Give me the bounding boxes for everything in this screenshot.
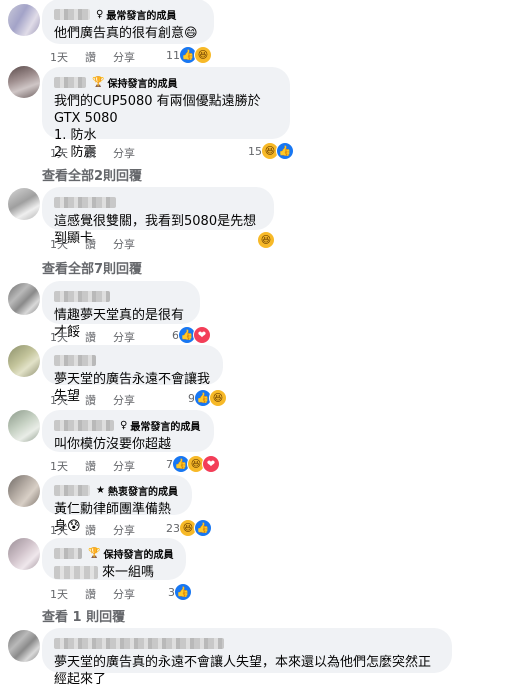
member-badge: 🏆 保持發言的成員: [88, 547, 174, 561]
comment-bubble: 🏆 保持發言的成員 來一組嗎: [42, 538, 186, 580]
star-badge-icon: ★: [96, 484, 105, 496]
share-button[interactable]: 分享: [113, 392, 135, 408]
comment-time[interactable]: 1天: [50, 236, 68, 252]
comment-text: 來一組嗎: [102, 565, 155, 580]
heart-icon: ❤: [193, 326, 211, 344]
member-badge: ★ 熱衷發言的成員: [96, 484, 178, 498]
comment-time[interactable]: 1天: [50, 392, 68, 408]
view-replies-link[interactable]: 查看全部7則回覆: [42, 258, 142, 277]
reaction-summary[interactable]: 15 😆 👍: [248, 142, 294, 160]
comment-bubble: 夢天堂的廣告真的永遠不會讓人失望，本來還以為他們怎麼突然正經起來了: [42, 628, 452, 687]
like-button[interactable]: 讚: [85, 458, 96, 474]
share-button[interactable]: 分享: [113, 586, 135, 602]
haha-emoji-icon: 😆: [209, 389, 227, 407]
reaction-count: 15: [248, 144, 262, 158]
comment-bubble: ♀ 最常發言的成員 他們廣告真的很有創意😄: [42, 0, 214, 44]
thumbs-up-icon: 👍: [194, 519, 212, 537]
comment-actions: 1天 讚 分享: [50, 236, 152, 252]
comment-text: 叫你模仿沒要你超越: [54, 437, 172, 452]
trophy-badge-icon: 🏆: [88, 547, 101, 559]
author-name[interactable]: [54, 290, 110, 302]
heart-icon: ❤: [202, 455, 220, 473]
member-badge: 🏆 保持發言的成員: [92, 76, 178, 90]
reaction-summary[interactable]: 7 👍 😆 ❤: [166, 455, 220, 473]
author-name[interactable]: [54, 354, 96, 366]
avatar[interactable]: [8, 410, 40, 442]
haha-emoji-icon[interactable]: 😆: [258, 232, 274, 248]
like-button[interactable]: 讚: [85, 522, 96, 538]
comment-actions: 1天 讚 分享: [50, 522, 152, 538]
avatar[interactable]: [8, 4, 40, 36]
avatar[interactable]: [8, 66, 40, 98]
avatar[interactable]: [8, 188, 40, 220]
author-name[interactable]: [54, 484, 90, 496]
share-button[interactable]: 分享: [113, 236, 135, 252]
member-badge: ♀ 最常發言的成員: [120, 419, 201, 433]
view-replies-link[interactable]: 查看 1 則回覆: [42, 606, 125, 625]
member-badge: ♀ 最常發言的成員: [96, 8, 177, 22]
comment-actions: 1天 讚 分享: [50, 392, 152, 408]
comment-text: 夢天堂的廣告真的永遠不會讓人失望，本來還以為他們怎麼突然正經起來了: [54, 655, 432, 687]
trophy-badge-icon: ♀: [96, 8, 104, 20]
comment-bubble: 這感覺很雙關，我看到5080是先想到顯卡: [42, 187, 274, 246]
comment-actions: 1天 讚 分享: [50, 329, 152, 345]
comment-actions: 1天 讚 分享: [50, 49, 152, 65]
avatar[interactable]: [8, 283, 40, 315]
comment-actions: 1天 讚 分享: [50, 145, 152, 161]
thumbs-up-icon: 👍: [174, 583, 192, 601]
reaction-summary[interactable]: 9 👍 😆: [188, 389, 227, 407]
author-name[interactable]: [54, 196, 116, 208]
avatar[interactable]: [8, 345, 40, 377]
share-button[interactable]: 分享: [113, 145, 135, 161]
comment-time[interactable]: 1天: [50, 522, 68, 538]
reaction-count: 23: [166, 521, 180, 535]
comment-time[interactable]: 1天: [50, 329, 68, 345]
avatar[interactable]: [8, 630, 40, 662]
haha-emoji-icon: 😆: [194, 46, 212, 64]
comment-text-row: 來一組嗎: [54, 564, 174, 581]
reaction-summary[interactable]: 11 👍 😆: [166, 46, 212, 64]
view-replies-link[interactable]: 查看全部2則回覆: [42, 165, 142, 184]
reaction-count: 11: [166, 48, 180, 62]
author-name[interactable]: [54, 8, 90, 20]
comment-actions: 1天 讚 分享: [50, 458, 152, 474]
avatar[interactable]: [8, 538, 40, 570]
like-button[interactable]: 讚: [85, 49, 96, 65]
comment-bubble: 情趣夢天堂真的是很有才餒: [42, 281, 200, 340]
reaction-summary[interactable]: 23 😆 👍: [166, 519, 212, 537]
author-name[interactable]: [54, 547, 82, 559]
comment-time[interactable]: 1天: [50, 586, 68, 602]
thumbs-up-icon: 👍: [276, 142, 294, 160]
comment-bubble: ♀ 最常發言的成員 叫你模仿沒要你超越: [42, 410, 214, 452]
share-button[interactable]: 分享: [113, 458, 135, 474]
trophy-badge-icon: 🏆: [92, 76, 105, 88]
avatar[interactable]: [8, 475, 40, 507]
share-button[interactable]: 分享: [113, 49, 135, 65]
like-button[interactable]: 讚: [85, 392, 96, 408]
comment-actions: 1天 讚 分享: [50, 586, 152, 602]
author-name[interactable]: [54, 419, 114, 431]
reaction-summary[interactable]: 6 👍 ❤: [172, 326, 211, 344]
mentioned-name[interactable]: [54, 566, 98, 579]
comment-time[interactable]: 1天: [50, 49, 68, 65]
author-name[interactable]: [54, 76, 86, 88]
comment-time[interactable]: 1天: [50, 458, 68, 474]
reaction-summary[interactable]: 3 👍: [168, 583, 192, 601]
comment-time[interactable]: 1天: [50, 145, 68, 161]
share-button[interactable]: 分享: [113, 329, 135, 345]
comment-bubble: 夢天堂的廣告永遠不會讓我失望: [42, 345, 223, 404]
trophy-badge-icon: ♀: [120, 419, 128, 431]
comment-bubble: ★ 熱衷發言的成員 黃仁勳律師團準備熱身😰: [42, 475, 192, 534]
comment-bubble: 🏆 保持發言的成員 我們的CUP5080 有兩個優點遠勝於GTX 5080 1. …: [42, 67, 290, 160]
share-button[interactable]: 分享: [113, 522, 135, 538]
like-button[interactable]: 讚: [85, 145, 96, 161]
like-button[interactable]: 讚: [85, 329, 96, 345]
like-button[interactable]: 讚: [85, 236, 96, 252]
comment-text: 他們廣告真的很有創意😄: [54, 26, 198, 41]
author-name[interactable]: [54, 637, 224, 649]
like-button[interactable]: 讚: [85, 586, 96, 602]
